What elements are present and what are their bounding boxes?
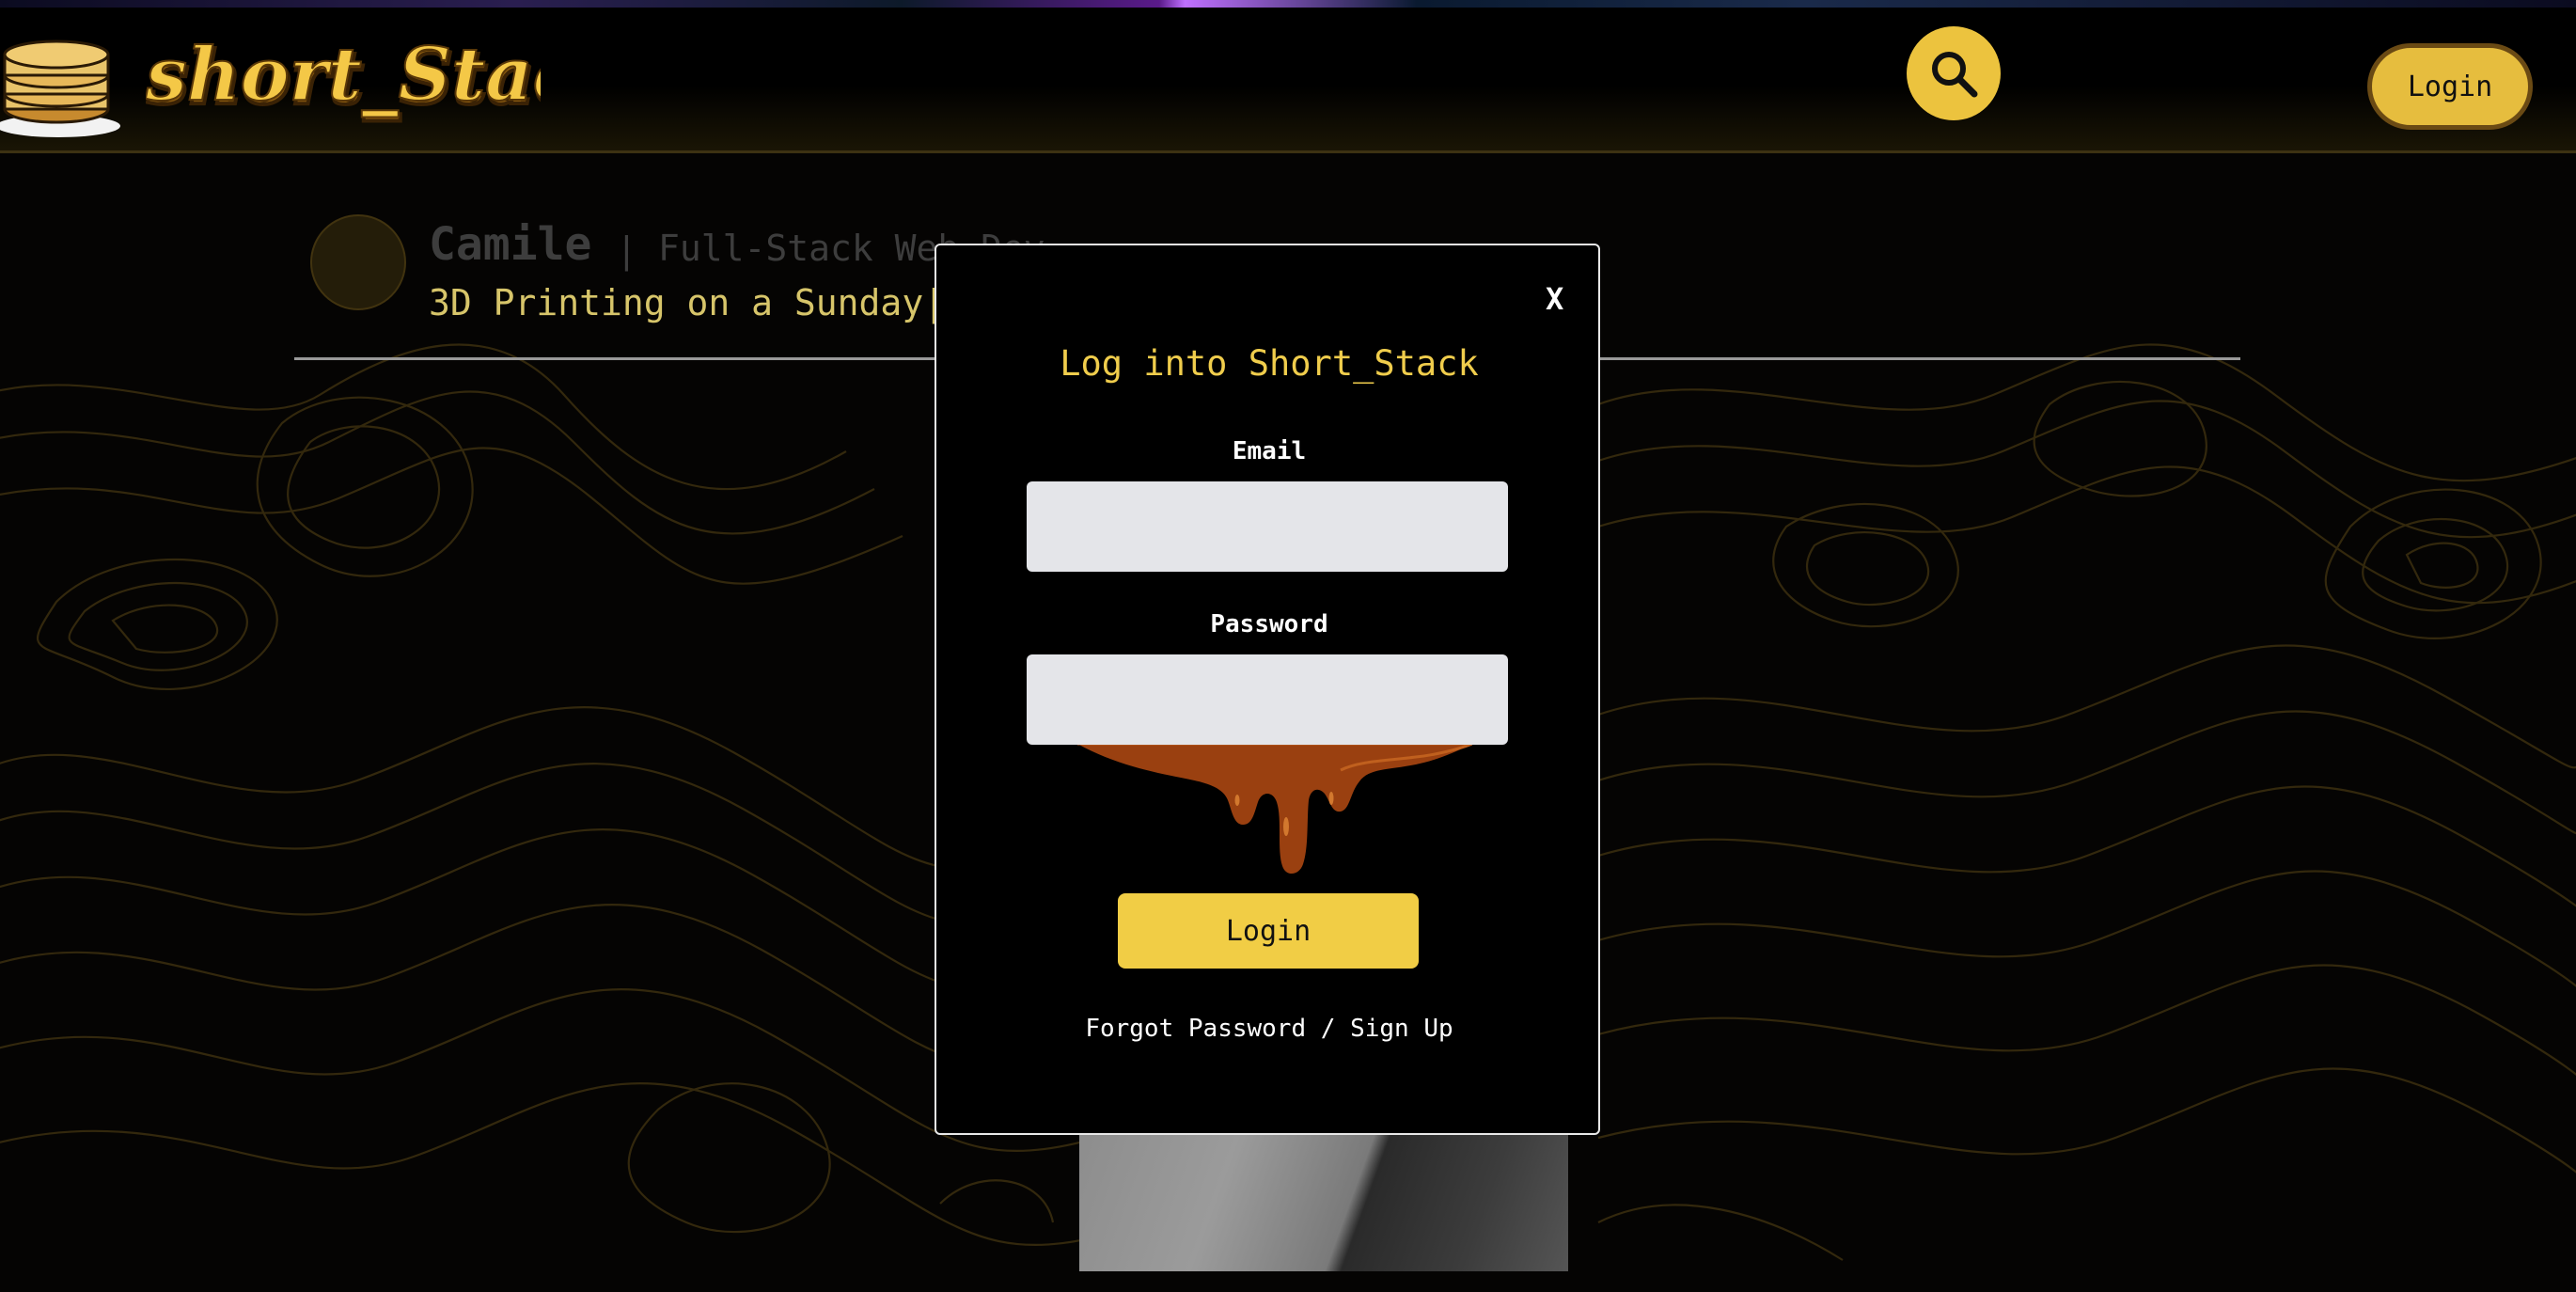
forgot-password-link[interactable]: Forgot Password [1085,1015,1306,1043]
password-label: Password [1210,610,1328,638]
site-logo[interactable]: short_Stack short_Stack [146,26,541,130]
search-button[interactable] [1907,26,2001,120]
header-login-button[interactable]: Login [2367,43,2533,130]
sign-up-link[interactable]: Sign Up [1350,1015,1453,1043]
logo-text: short_Stack [146,32,541,118]
password-field[interactable] [1027,654,1508,745]
modal-title: Log into Short_Stack [1060,343,1479,384]
email-field[interactable] [1027,481,1508,572]
site-header: short_Stack short_Stack Login [0,8,2576,153]
syrup-drip [1077,744,1472,874]
login-submit-button[interactable]: Login [1118,893,1419,969]
close-button[interactable]: X [1546,281,1563,317]
post-title: 3D Printing on a Sunday [429,282,924,323]
avatar[interactable] [310,214,406,310]
search-icon [1932,52,1978,98]
post-image [1079,1128,1568,1271]
profile-separator: | [616,229,637,271]
email-label: Email [1232,437,1307,465]
profile-name[interactable]: Camile [429,218,591,271]
login-modal: X Log into Short_Stack Email Password Lo… [935,244,1600,1135]
browser-top-strip [0,0,2576,8]
auth-links: Forgot Password / Sign Up [936,1015,1602,1043]
pancake-stack-icon[interactable] [0,26,122,137]
links-separator: / [1306,1015,1351,1043]
